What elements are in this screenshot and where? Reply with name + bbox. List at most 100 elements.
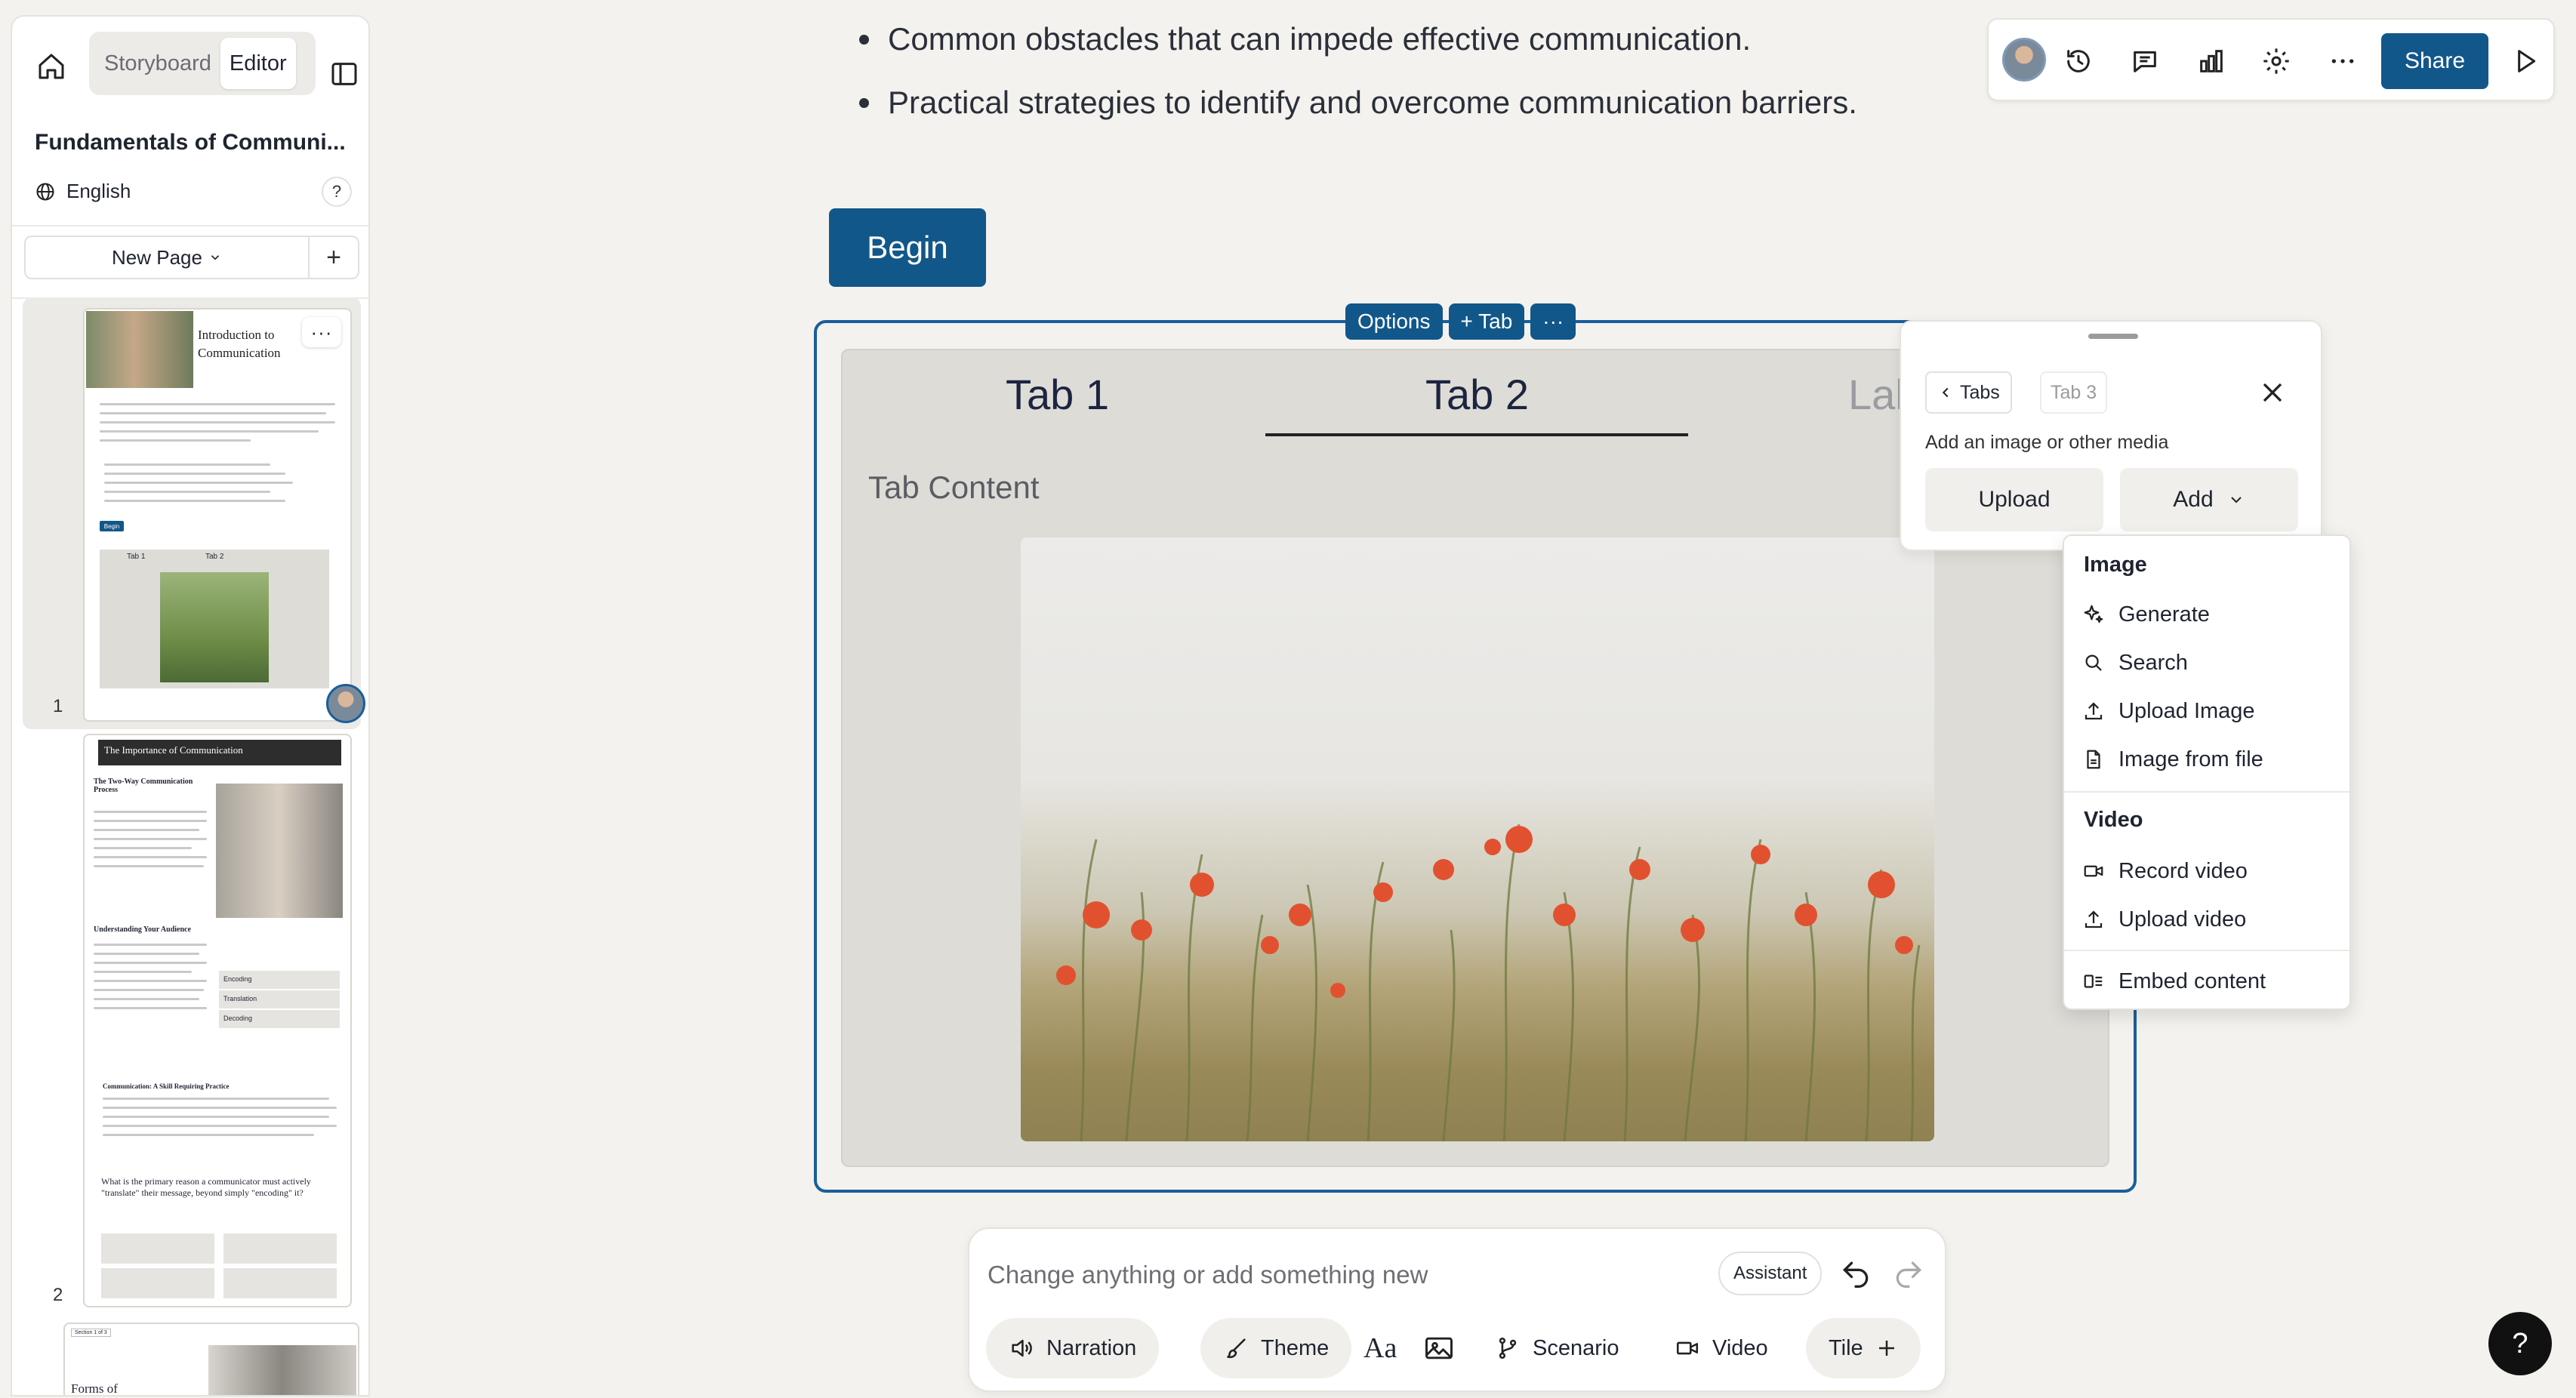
thumbnail-begin-button: Begin	[100, 521, 124, 531]
thumbnail-title: Introduction to Communication	[198, 326, 281, 362]
menu-item-record-video[interactable]: Record video	[2082, 850, 2248, 892]
thumbnail-option	[223, 1233, 337, 1264]
narration-button[interactable]: Narration	[986, 1318, 1160, 1378]
page-more-button[interactable]: ···	[302, 317, 341, 347]
options-button[interactable]: Options	[1345, 303, 1443, 340]
back-to-tabs-button[interactable]: Tabs	[1925, 371, 2012, 414]
image-button[interactable]	[1422, 1318, 1456, 1378]
menu-item-label: Image from file	[2118, 747, 2263, 771]
speaker-icon	[1009, 1335, 1034, 1361]
thumbnail-option	[101, 1268, 214, 1298]
page-number: 2	[53, 1285, 63, 1305]
tab-editor[interactable]: Editor	[220, 38, 296, 89]
assistant-button[interactable]: Assistant	[1718, 1252, 1823, 1295]
video-button[interactable]: Video	[1675, 1318, 1768, 1378]
list-item: Practical strategies to identify and ove…	[846, 71, 1857, 134]
help-button[interactable]: ?	[322, 177, 352, 207]
sidebar-toggle-button[interactable]	[329, 59, 359, 89]
embed-icon	[2082, 970, 2105, 993]
typography-button[interactable]: Aa	[1363, 1318, 1397, 1378]
settings-icon	[2261, 46, 2291, 76]
media-label: Add an image or other media	[1925, 432, 2169, 453]
text-line	[94, 865, 204, 867]
menu-item-label: Record video	[2118, 858, 2248, 883]
more-button[interactable]	[2324, 42, 2362, 80]
history-button[interactable]	[2060, 42, 2097, 80]
thumbnail-accordion: Decoding	[219, 1010, 340, 1028]
thumbnail-option	[101, 1233, 214, 1264]
tab-2[interactable]: Tab 2	[1425, 370, 1529, 419]
globe-icon	[35, 181, 56, 202]
divider	[2064, 950, 2350, 951]
bullet-list: Common obstacles that can impede effecti…	[846, 8, 1857, 134]
sparkle-icon	[2082, 603, 2105, 626]
add-media-button[interactable]: Add	[2120, 468, 2298, 531]
help-fab-button[interactable]: ?	[2488, 1312, 2552, 1375]
text-line	[100, 412, 326, 414]
chevron-down-icon	[2227, 491, 2245, 509]
add-page-button[interactable]: +	[308, 237, 358, 278]
chevron-down-icon	[208, 251, 222, 264]
sidebar: Storyboard Editor Fundamentals of Commun…	[11, 15, 370, 1396]
page-thumbnail[interactable]: Introduction to Communication ··· Begin …	[83, 308, 352, 722]
block-more-button[interactable]: ···	[1530, 303, 1576, 340]
comments-button[interactable]	[2126, 42, 2164, 80]
page-thumbnail[interactable]: The Importance of Communication The Two-…	[83, 734, 352, 1307]
page-thumbnail[interactable]: Section 1 of 3 Forms of	[63, 1323, 359, 1395]
chevron-left-icon	[1937, 384, 1954, 401]
tab-content-label: Tab Content	[868, 470, 1040, 505]
preview-button[interactable]	[2507, 42, 2544, 80]
avatar[interactable]	[326, 684, 365, 723]
close-button[interactable]	[2256, 376, 2289, 409]
text-line	[94, 829, 199, 831]
tile-button[interactable]: Tile	[1806, 1318, 1921, 1378]
settings-button[interactable]	[2257, 42, 2295, 80]
text-line	[104, 500, 285, 502]
prompt-input[interactable]: Change anything or add something new	[988, 1261, 1428, 1289]
menu-item-label: Upload Image	[2118, 698, 2255, 723]
divider	[12, 225, 368, 226]
undo-button[interactable]	[1839, 1256, 1872, 1289]
text-line	[94, 953, 199, 955]
menu-item-label: Upload video	[2118, 907, 2247, 931]
theme-button[interactable]: Theme	[1200, 1318, 1352, 1378]
avatar[interactable]	[2002, 38, 2046, 82]
thumbnail-image	[160, 572, 269, 682]
begin-button[interactable]: Begin	[829, 208, 986, 287]
language-selector[interactable]: English	[35, 180, 131, 203]
scenario-button[interactable]: Scenario	[1495, 1318, 1619, 1378]
menu-item-label: Generate	[2118, 602, 2210, 627]
thumbnail-heading: Communication: A Skill Requiring Practic…	[103, 1082, 230, 1090]
upload-button[interactable]: Upload	[1925, 468, 2103, 531]
add-tab-button[interactable]: + Tab	[1448, 303, 1525, 340]
share-button[interactable]: Share	[2381, 33, 2488, 89]
menu-item-generate[interactable]: Generate	[2082, 593, 2210, 636]
search-icon	[2082, 651, 2105, 674]
menu-item-image-from-file[interactable]: Image from file	[2082, 738, 2263, 781]
text-line	[94, 962, 207, 964]
new-page-button[interactable]: New Page	[26, 237, 308, 278]
text-line	[104, 482, 293, 484]
tab-1[interactable]: Tab 1	[1006, 370, 1109, 419]
scenario-label: Scenario	[1533, 1335, 1619, 1360]
upload-icon	[2082, 908, 2105, 931]
new-page-label: New Page	[112, 245, 202, 269]
menu-item-embed-content[interactable]: Embed content	[2082, 960, 2266, 1002]
menu-item-search[interactable]: Search	[2082, 642, 2188, 684]
text-line	[94, 980, 207, 982]
redo-button[interactable]	[1892, 1256, 1925, 1289]
menu-item-label: Search	[2118, 650, 2188, 675]
menu-item-upload-image[interactable]: Upload Image	[2082, 690, 2255, 732]
view-switcher: Storyboard Editor	[89, 32, 316, 95]
course-title[interactable]: Fundamentals of Communi...	[35, 130, 359, 156]
analytics-button[interactable]	[2192, 42, 2230, 80]
text-line	[94, 971, 192, 973]
home-button[interactable]	[32, 47, 71, 86]
menu-item-label: Embed content	[2118, 968, 2266, 993]
menu-item-upload-video[interactable]: Upload video	[2082, 898, 2246, 941]
tab-storyboard[interactable]: Storyboard	[95, 38, 220, 89]
plus-icon	[1875, 1337, 1898, 1360]
poppy-field-image[interactable]	[1021, 537, 1934, 1141]
drag-handle[interactable]	[2088, 334, 2138, 339]
thumbnail-title-line: Communication	[198, 346, 281, 360]
